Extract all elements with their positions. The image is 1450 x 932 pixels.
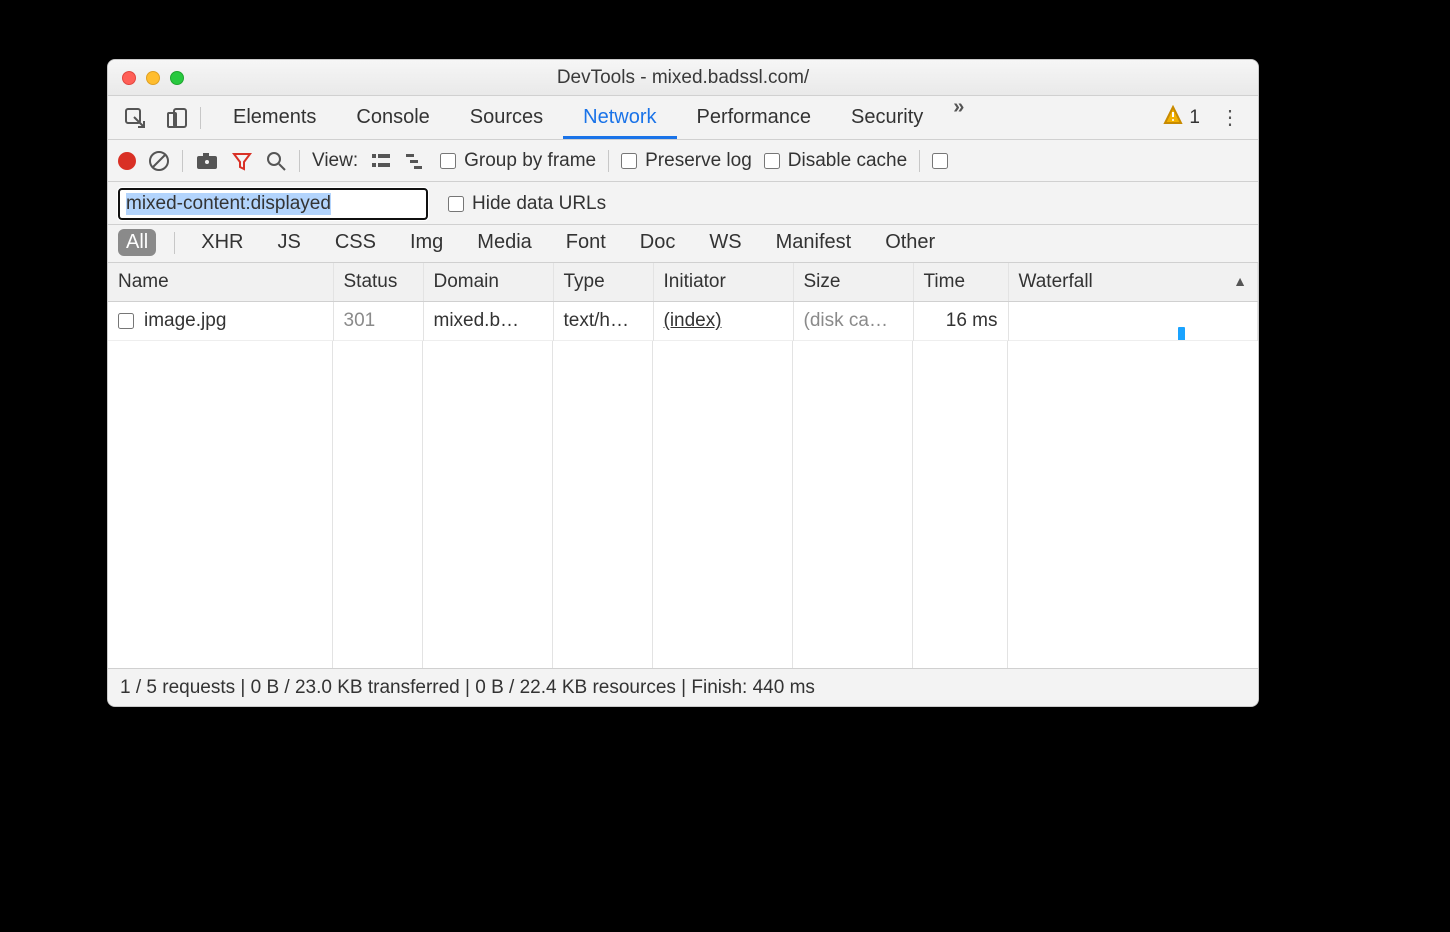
window-title: DevTools - mixed.badssl.com/ [108,67,1258,89]
divider [299,150,300,172]
disable-cache-input[interactable] [764,153,780,169]
network-toolbar: View: Group by frame Preserve log Disabl… [108,140,1258,182]
row-select-checkbox[interactable] [118,313,134,329]
initiator-link[interactable]: (index) [664,310,722,331]
divider [182,150,183,172]
disable-cache-checkbox[interactable]: Disable cache [764,150,907,172]
col-header-size[interactable]: Size [793,263,913,302]
cell-waterfall [1008,302,1258,341]
col-header-name[interactable]: Name [108,263,333,302]
type-img[interactable]: Img [402,229,451,256]
divider [919,150,920,172]
divider [200,107,201,129]
preserve-log-label: Preserve log [645,150,752,172]
group-by-frame-label: Group by frame [464,150,596,172]
cell-name: image.jpg [108,302,333,341]
clear-button[interactable] [148,150,170,172]
tab-sources[interactable]: Sources [450,96,563,139]
group-by-frame-input[interactable] [440,153,456,169]
col-header-initiator[interactable]: Initiator [653,263,793,302]
requests-table: Name Status Domain Type Initiator Size T… [108,263,1258,668]
hide-data-urls-label: Hide data URLs [472,193,606,215]
col-header-status[interactable]: Status [333,263,423,302]
type-doc[interactable]: Doc [632,229,684,256]
main-tabs-row: Elements Console Sources Network Perform… [108,96,1258,140]
col-header-waterfall[interactable]: Waterfall ▲ [1008,263,1258,302]
hide-data-urls-input[interactable] [448,196,464,212]
type-font[interactable]: Font [558,229,614,256]
preserve-log-checkbox[interactable]: Preserve log [621,150,752,172]
col-header-time[interactable]: Time [913,263,1008,302]
offline-checkbox-partial[interactable] [932,153,948,169]
col-header-waterfall-label: Waterfall [1019,271,1093,292]
type-other[interactable]: Other [877,229,943,256]
divider [608,150,609,172]
record-button[interactable] [118,152,136,170]
titlebar: DevTools - mixed.badssl.com/ [108,60,1258,96]
divider [174,232,175,254]
tab-elements[interactable]: Elements [213,96,336,139]
warning-icon [1163,105,1183,131]
cell-domain: mixed.b… [423,302,553,341]
preserve-log-input[interactable] [621,153,637,169]
warnings-indicator[interactable]: 1 [1163,105,1200,131]
cell-size: (disk ca… [793,302,913,341]
view-list-button[interactable] [370,151,392,171]
settings-menu-button[interactable]: ⋮ [1210,105,1250,130]
filter-row: Hide data URLs [108,182,1258,225]
device-toolbar-icon[interactable] [158,103,196,133]
warning-count: 1 [1189,107,1200,129]
cell-status: 301 [333,302,423,341]
cell-type: text/h… [553,302,653,341]
type-media[interactable]: Media [469,229,539,256]
cell-time: 16 ms [913,302,1008,341]
tab-network[interactable]: Network [563,96,676,139]
cell-name-text: image.jpg [144,310,226,331]
type-ws[interactable]: WS [701,229,749,256]
type-filter-row: All XHR JS CSS Img Media Font Doc WS Man… [108,225,1258,263]
more-tabs-button[interactable]: » [943,96,974,139]
search-button[interactable] [265,150,287,172]
inspect-element-icon[interactable] [116,103,154,133]
devtools-window: DevTools - mixed.badssl.com/ Elements Co… [107,59,1259,707]
col-header-type[interactable]: Type [553,263,653,302]
view-large-button[interactable] [404,151,428,171]
status-bar: 1 / 5 requests | 0 B / 23.0 KB transferr… [108,668,1258,706]
group-by-frame-checkbox[interactable]: Group by frame [440,150,596,172]
type-manifest[interactable]: Manifest [768,229,860,256]
status-text: 1 / 5 requests | 0 B / 23.0 KB transferr… [120,677,815,699]
filter-input[interactable] [118,188,428,220]
screenshot-button[interactable] [195,151,219,171]
sort-ascending-icon: ▲ [1233,273,1247,289]
table-header-row: Name Status Domain Type Initiator Size T… [108,263,1258,302]
view-label: View: [312,150,358,172]
tab-security[interactable]: Security [831,96,943,139]
cell-initiator: (index) [653,302,793,341]
waterfall-bar [1178,327,1185,341]
tab-performance[interactable]: Performance [677,96,832,139]
col-header-domain[interactable]: Domain [423,263,553,302]
tab-console[interactable]: Console [336,96,449,139]
filter-toggle-button[interactable] [231,150,253,172]
table-row[interactable]: image.jpg 301 mixed.b… text/h… (index) (… [108,302,1258,341]
panel-tabs: Elements Console Sources Network Perform… [213,96,1159,139]
type-xhr[interactable]: XHR [193,229,251,256]
type-js[interactable]: JS [269,229,308,256]
type-all[interactable]: All [118,229,156,256]
type-css[interactable]: CSS [327,229,384,256]
hide-data-urls-checkbox[interactable]: Hide data URLs [448,193,606,215]
table-empty-area [108,341,1258,668]
disable-cache-label: Disable cache [788,150,907,172]
